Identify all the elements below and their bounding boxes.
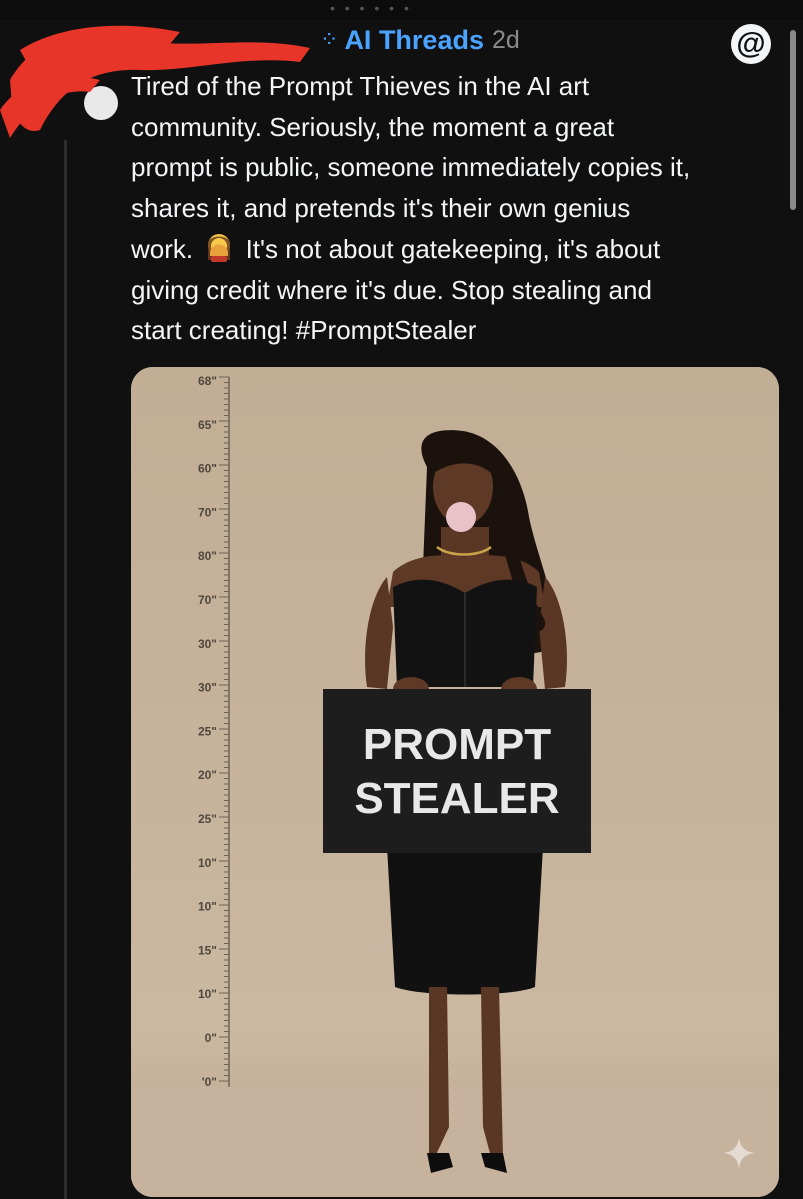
photo-floor — [131, 1087, 779, 1197]
sign-text-line2: STEALER — [354, 774, 559, 823]
sign-text-line1: PROMPT — [363, 720, 551, 769]
ruler-label: 0" — [205, 1031, 217, 1045]
ruler-label: 70" — [198, 505, 217, 519]
ruler-label: 80" — [198, 549, 217, 563]
post-image[interactable]: 68" 65" 60" 70" 80" 70" 30" 30" 25" 20" 25" 10" 10" 1… — [131, 367, 779, 1197]
post-body: Tired of the Prompt Thieves in the AI ar… — [131, 66, 781, 351]
post-text-line: start creating! #PromptStealer — [131, 315, 477, 346]
previous-post-fragment: • • • • • • — [330, 0, 412, 16]
post-text-line: giving credit where it's due. Stop steal… — [131, 274, 652, 305]
sparkle-icon[interactable] — [721, 1135, 757, 1171]
ruler-label: '0" — [202, 1075, 217, 1089]
post-text-line: work. — [131, 233, 201, 264]
scrollbar[interactable] — [790, 30, 796, 210]
facepalm-emoji-icon — [208, 233, 231, 262]
ruler-label: 70" — [198, 593, 217, 607]
post-text-line: It's not about gatekeeping, it's about — [238, 233, 661, 264]
ruler-label: 25" — [198, 724, 217, 738]
post-text-line: community. Seriously, the moment a great — [131, 111, 615, 142]
community-name-link[interactable]: AI Threads — [344, 25, 484, 56]
post-text-line: prompt is public, someone immediately co… — [131, 152, 691, 183]
ruler-label: 10" — [198, 987, 217, 1001]
bubble-gum — [446, 502, 476, 532]
post-photo: 68" 65" 60" 70" 80" 70" 30" 30" 25" 20" 25" 10" 10" 1… — [131, 367, 779, 1197]
threads-community-icon: ⁘ — [320, 27, 339, 52]
ruler-label: 15" — [198, 943, 217, 957]
ruler-label: 60" — [198, 462, 217, 476]
ruler-label: 10" — [198, 856, 217, 870]
post-header: ⁘ AI Threads 2d — [320, 22, 520, 58]
ruler-label: 30" — [198, 681, 217, 695]
post-text-line: Tired of the Prompt Thieves in the AI ar… — [131, 71, 590, 101]
ruler-label: 25" — [198, 812, 217, 826]
ruler-label: 10" — [198, 900, 217, 914]
prompt-stealer-sign: PROMPT STEALER — [323, 689, 591, 853]
ruler-label: 30" — [198, 637, 217, 651]
ruler-label: 68" — [198, 374, 217, 388]
ruler-label: 65" — [198, 418, 217, 432]
thread-line — [64, 140, 67, 1199]
post-text-line: shares it, and pretends it's their own g… — [131, 193, 631, 224]
threads-logo-icon[interactable]: @ — [731, 24, 771, 64]
post-timestamp: 2d — [491, 25, 520, 54]
ruler-label: 20" — [198, 768, 217, 782]
